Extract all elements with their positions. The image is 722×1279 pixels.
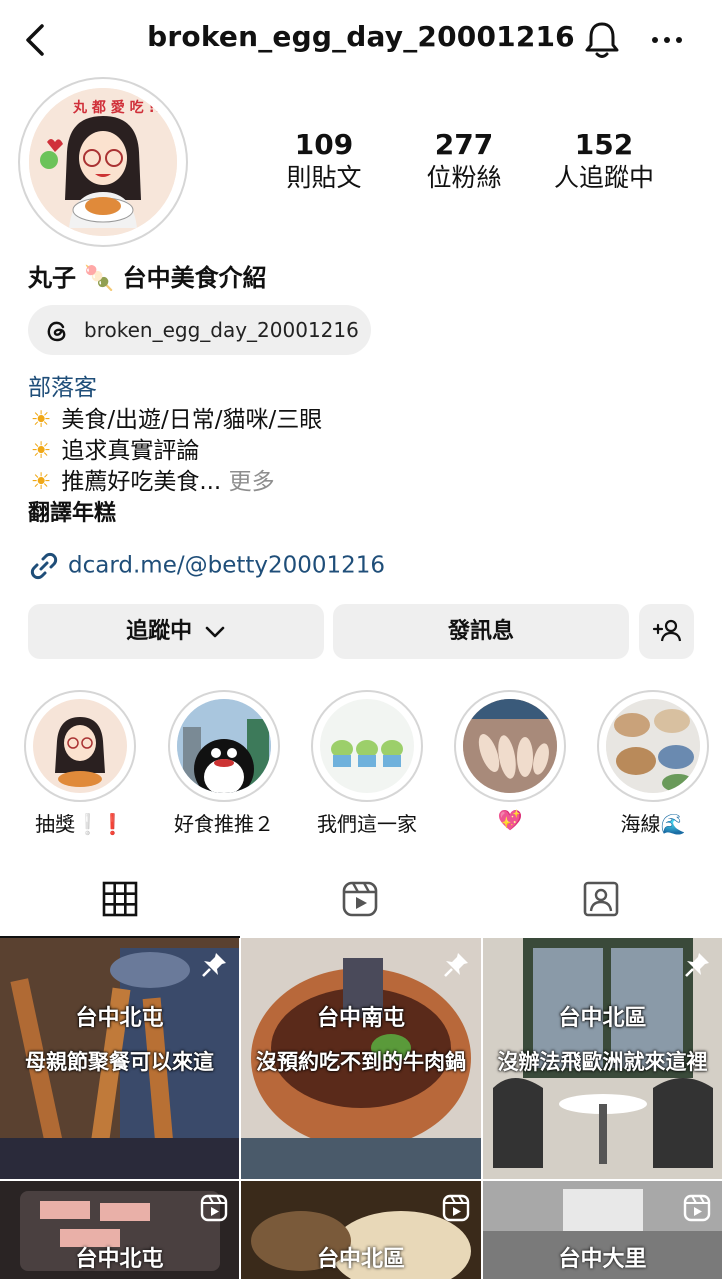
more-options-icon[interactable] (646, 18, 690, 62)
reel-indicator-icon (442, 1194, 470, 1222)
post-caption: 沒預約吃不到的牛肉鍋 (256, 1050, 466, 1074)
posts-count-label: 則貼文 (286, 163, 362, 192)
post-location: 台中北區 (316, 1247, 405, 1272)
post-location: 台中北區 (558, 1006, 647, 1031)
message-button-label: 發訊息 (447, 619, 514, 644)
post-location: 台中大里 (558, 1247, 647, 1272)
add-person-icon (652, 619, 681, 642)
bio-line: ☀ 美食/出遊/日常/貓咪/三眼 (28, 400, 323, 434)
bell-icon[interactable] (580, 18, 624, 62)
highlight-label: 抽獎❕❗ (35, 812, 125, 836)
grid-icon (102, 881, 138, 917)
highlight-label: 💖 (497, 808, 523, 832)
story-highlight[interactable]: 💖 (454, 690, 566, 832)
highlight-cover (463, 699, 557, 793)
followers-count-label: 位粉絲 (426, 163, 502, 192)
highlight-cover (320, 699, 414, 793)
posts-count-value: 109 (294, 128, 354, 161)
highlight-label: 海線🌊 (620, 812, 686, 836)
story-highlight[interactable]: 我們這一家 (311, 690, 423, 837)
pin-icon (202, 953, 226, 977)
post-caption: 母親節聚餐可以來這 (25, 1050, 214, 1074)
story-highlight[interactable]: 海線🌊 (597, 690, 709, 837)
following-count-label: 人追蹤中 (553, 163, 654, 192)
threads-handle: broken_egg_day_20001216 (84, 318, 359, 342)
highlight-label: 好食推推２ (174, 812, 274, 836)
pin-icon (685, 953, 709, 977)
followers-count-value: 277 (434, 128, 494, 161)
story-highlight[interactable]: 抽獎❕❗ (24, 690, 136, 837)
svg-text:丸 都 愛 吃 !!: 丸 都 愛 吃 !! (72, 99, 161, 116)
profile-link[interactable]: dcard.me/@betty20001216 (28, 550, 385, 582)
threads-icon (47, 321, 66, 342)
reel-indicator-icon (200, 1194, 228, 1222)
tab-reels[interactable] (241, 860, 481, 938)
bio-line: ☀ 追求真實評論 (28, 431, 200, 465)
post-caption: 沒辦法飛歐洲就來這裡 (497, 1050, 708, 1074)
profile-tabs (0, 860, 722, 938)
reel-indicator-icon (683, 1194, 711, 1222)
highlight-cover (33, 699, 127, 793)
bio-more-link[interactable]: 更多 (229, 469, 275, 495)
post-thumbnail[interactable]: 台中北區 沒辦法飛歐洲就來這裡 (483, 938, 722, 1179)
post-thumbnail[interactable]: 台中北屯 (0, 1181, 239, 1279)
pin-icon (444, 953, 468, 977)
translate-link[interactable]: 翻譯年糕 (28, 495, 116, 527)
following-count[interactable]: 152 人追蹤中 (534, 128, 674, 194)
suggested-users-button[interactable] (639, 604, 694, 659)
top-bar: broken_egg_day_20001216 (0, 0, 722, 80)
following-count-value: 152 (574, 128, 634, 161)
avatar-illustration: 丸 都 愛 吃 !! (29, 88, 177, 236)
highlight-cover (177, 699, 271, 793)
profile-avatar[interactable]: 丸 都 愛 吃 !! (18, 77, 188, 247)
post-thumbnail[interactable]: 台中南屯 沒預約吃不到的牛肉鍋 (241, 938, 481, 1179)
threads-badge[interactable]: broken_egg_day_20001216 (28, 305, 371, 355)
posts-count[interactable]: 109 則貼文 (254, 128, 394, 194)
post-location: 台中北屯 (75, 1247, 164, 1272)
highlight-cover (606, 699, 700, 793)
followers-count[interactable]: 277 位粉絲 (394, 128, 534, 194)
following-button-label: 追蹤中 (126, 619, 193, 644)
sun-icon: ☀ (30, 407, 52, 433)
post-location: 台中北屯 (75, 1006, 164, 1031)
following-button[interactable]: 追蹤中 (28, 604, 324, 659)
story-highlight[interactable]: 好食推推２ (168, 690, 280, 837)
post-thumbnail[interactable]: 台中大里 (483, 1181, 722, 1279)
tab-tagged[interactable] (482, 860, 722, 938)
highlight-label: 我們這一家 (317, 812, 417, 836)
sun-icon: ☀ (30, 438, 52, 464)
tagged-person-icon (583, 881, 619, 917)
post-thumbnail[interactable]: 台中北屯 母親節聚餐可以來這 (0, 938, 239, 1179)
display-name: 丸子 🍡 台中美食介紹 (28, 264, 267, 292)
chevron-down-icon (205, 626, 225, 638)
reels-icon (342, 881, 378, 917)
profile-category: 部落客 (28, 375, 97, 401)
post-location: 台中南屯 (316, 1006, 405, 1031)
sun-icon: ☀ (30, 469, 52, 495)
tab-posts-grid[interactable] (0, 860, 240, 938)
bio-line: ☀ 推薦好吃美食... 更多 (28, 462, 275, 496)
post-thumbnail[interactable]: 台中北區 (241, 1181, 481, 1279)
message-button[interactable]: 發訊息 (333, 604, 629, 659)
link-icon (30, 552, 58, 580)
posts-grid: 台中北屯 母親節聚餐可以來這 台中南屯 沒預約吃不到的牛肉鍋 台中北區 沒辦法飛… (0, 938, 722, 1279)
profile-link-text: dcard.me/@betty20001216 (68, 552, 386, 579)
